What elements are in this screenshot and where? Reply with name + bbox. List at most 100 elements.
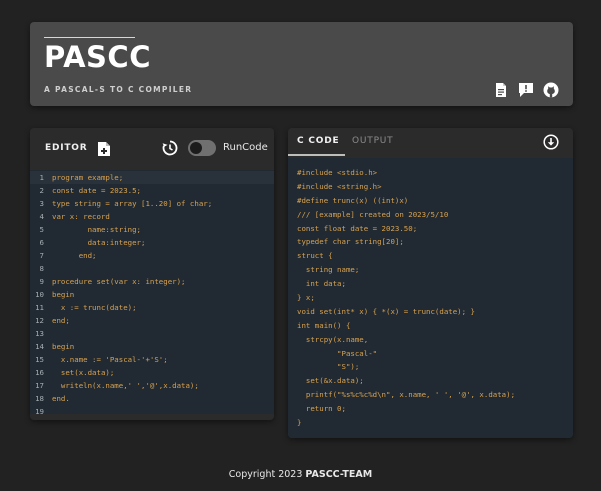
code-text: const date = 2023.5; <box>52 186 141 195</box>
output-line: strcpy(x.name, <box>297 334 369 344</box>
code-text: end; <box>52 251 97 260</box>
header-icon-group <box>493 82 559 98</box>
code-text: data:integer; <box>52 238 146 247</box>
code-line: 15 x.name := 'Pascal-'+'S'; <box>30 353 274 366</box>
code-line: 14 begin <box>30 340 274 353</box>
code-line: 2 const date = 2023.5; <box>30 184 274 197</box>
line-number: 8 <box>39 264 44 273</box>
code-text: set(x.data); <box>52 368 115 377</box>
line-number: 13 <box>35 329 44 338</box>
line-number: 16 <box>35 368 44 377</box>
line-number: 9 <box>39 277 44 286</box>
code-line: 4 var x: record <box>30 210 274 223</box>
output-line: "Pascal-" <box>297 348 378 358</box>
code-line: 19 <box>30 405 274 414</box>
code-line: 13 <box>30 327 274 340</box>
upload-file-icon[interactable] <box>97 141 111 157</box>
code-line: 18 end. <box>30 392 274 405</box>
code-line: 16 set(x.data); <box>30 366 274 379</box>
history-icon[interactable] <box>162 140 178 156</box>
feedback-icon[interactable] <box>518 82 534 98</box>
output-line: #include <stdio.h> <box>297 168 378 177</box>
header-banner: PASCC A PASCAL-S TO C COMPILER <box>30 22 573 106</box>
download-icon[interactable] <box>543 134 559 150</box>
output-line: } x; <box>297 293 315 303</box>
github-icon[interactable] <box>543 82 559 98</box>
line-number: 18 <box>35 394 44 403</box>
output-line: return 0; <box>297 404 346 414</box>
editor-toolbar: EDITOR RunCode <box>30 128 274 168</box>
output-line: void set(int* x) { *(x) = trunc(date); } <box>297 306 475 316</box>
output-line: struct { <box>297 251 333 261</box>
code-line: 7 end; <box>30 249 274 262</box>
line-number: 19 <box>35 407 44 414</box>
code-text: begin <box>52 342 75 351</box>
line-number: 5 <box>39 225 44 234</box>
footer: Copyright 2023 PASCC-TEAM <box>0 469 601 480</box>
runcode-label: RunCode <box>223 142 268 153</box>
code-text: type string = array [1..20] of char; <box>52 199 213 208</box>
code-line: 3 type string = array [1..20] of char; <box>30 197 274 210</box>
code-text: end; <box>52 316 70 325</box>
output-line: /// [example] created on 2023/5/10 <box>297 209 449 219</box>
output-line: #define trunc(x) ((int)x) <box>297 195 409 205</box>
code-text: x.name := 'Pascal-'+'S'; <box>52 355 168 364</box>
line-number: 7 <box>39 251 44 260</box>
line-number: 12 <box>35 316 44 325</box>
team-name: PASCC-TEAM <box>305 469 373 480</box>
code-text: procedure set(var x: integer); <box>52 277 186 286</box>
code-line: 9 procedure set(var x: integer); <box>30 275 274 288</box>
line-number: 1 <box>39 173 44 182</box>
output-line: printf("%s%c%c%d\n", x.name, ' ', '@', x… <box>297 390 516 400</box>
code-text: program example; <box>52 173 124 182</box>
output-line: string name; <box>297 265 360 275</box>
output-line: int main() { <box>297 320 351 330</box>
output-line: typedef char string[20]; <box>297 237 404 247</box>
line-number: 14 <box>35 342 44 351</box>
code-text: begin <box>52 290 75 299</box>
tab-output[interactable]: OUTPUT <box>352 136 393 146</box>
line-number: 6 <box>39 238 44 247</box>
code-editor[interactable]: 1 program example; 2 const date = 2023.5; 3 t… <box>30 170 274 414</box>
code-text: name:string; <box>52 225 141 234</box>
line-number: 4 <box>39 212 44 221</box>
document-icon[interactable] <box>493 82 509 98</box>
line-number: 17 <box>35 381 44 390</box>
c-code-view: #include <stdio.h> #include <string.h> #de… <box>288 158 573 438</box>
code-line: 17 writeln(x.name,' ','@',x.data); <box>30 379 274 392</box>
runcode-toggle[interactable] <box>188 140 216 156</box>
code-line: 8 <box>30 262 274 275</box>
line-number: 10 <box>35 290 44 299</box>
app-logo: PASCC <box>44 40 151 74</box>
toggle-knob <box>190 142 202 154</box>
code-text: writeln(x.name,' ','@',x.data); <box>52 381 199 390</box>
editor-panel: EDITOR RunCode 1 program example; 2 const d… <box>30 128 274 420</box>
line-number: 2 <box>39 186 44 195</box>
code-line: 6 data:integer; <box>30 236 274 249</box>
copyright-text: Copyright 2023 <box>228 469 306 480</box>
code-line: 1 program example; <box>30 171 274 184</box>
code-line: 11 x := trunc(date); <box>30 301 274 314</box>
output-line: const float date = 2023.50; <box>297 223 418 233</box>
tab-c-code[interactable]: C CODE <box>297 136 339 146</box>
app-tagline: A PASCAL-S TO C COMPILER <box>44 85 193 94</box>
output-line: } <box>297 418 302 428</box>
output-line: #include <string.h> <box>297 181 382 191</box>
output-panel: C CODE OUTPUT #include <stdio.h> #include… <box>288 128 573 438</box>
code-line: 12 end; <box>30 314 274 327</box>
editor-title: EDITOR <box>45 143 88 153</box>
code-text: var x: record <box>52 212 110 221</box>
code-text: end. <box>52 394 70 403</box>
code-line: 5 name:string; <box>30 223 274 236</box>
output-line: "S"); <box>297 362 360 372</box>
code-line: 10 begin <box>30 288 274 301</box>
output-line: set(&x.data); <box>297 376 364 386</box>
output-line: int data; <box>297 279 346 289</box>
logo-rule <box>44 37 135 38</box>
code-text: x := trunc(date); <box>52 303 137 312</box>
line-number: 11 <box>35 303 44 312</box>
output-tabs: C CODE OUTPUT <box>288 128 573 158</box>
active-tab-indicator <box>288 154 345 156</box>
line-number: 3 <box>39 199 44 208</box>
line-number: 15 <box>35 355 44 364</box>
